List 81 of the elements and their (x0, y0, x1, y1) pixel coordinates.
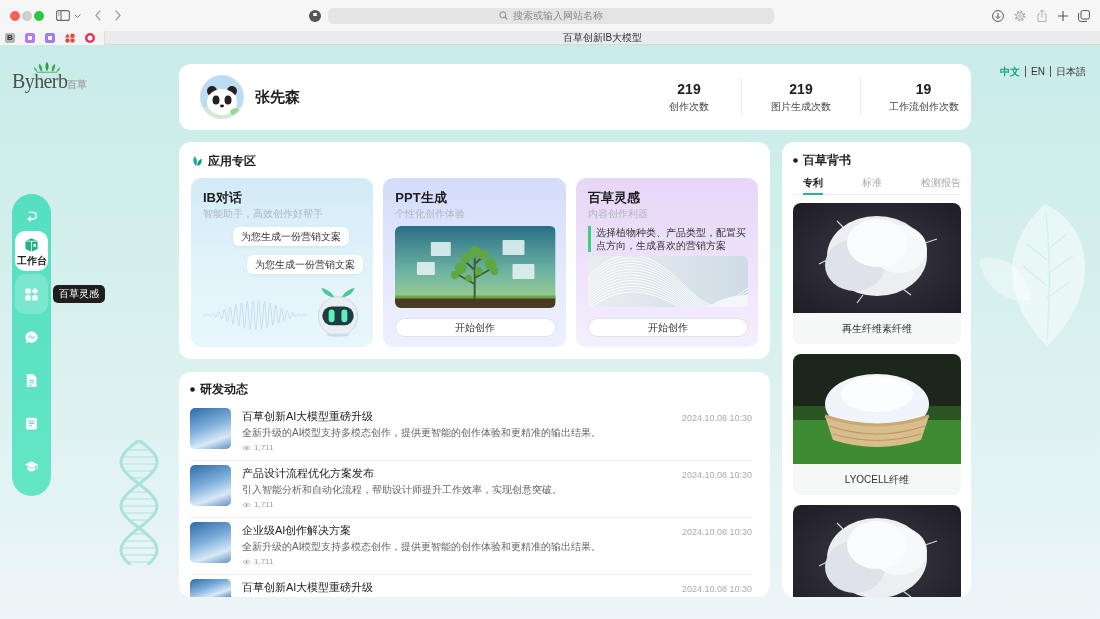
sidebar-toggle-icon[interactable] (56, 10, 70, 21)
settings-icon[interactable] (1014, 9, 1026, 22)
tabs-icon[interactable] (1078, 9, 1090, 22)
maximize-icon[interactable] (34, 10, 44, 21)
leaf-icon (192, 155, 202, 167)
start-button[interactable]: 开始创作 (395, 318, 556, 337)
news-title[interactable]: 百草创新AI大模型重磅升级 (242, 580, 374, 594)
forward-icon[interactable] (115, 10, 121, 21)
book-icon (24, 236, 39, 252)
product-caption: LYOCELL纤维 (793, 464, 961, 495)
message-bubble: 为您生成一份营销文案 (233, 227, 349, 246)
flag-icon (309, 9, 321, 22)
download-icon[interactable] (992, 9, 1004, 22)
sidebar-item[interactable]: 工作台 (15, 231, 48, 271)
language-option[interactable]: EN (1025, 66, 1050, 77)
photo-placeholder (190, 408, 231, 449)
news-summary: 引入智能分析和自动化流程，帮助设计师提升工作效率，实现创意突破。 (242, 483, 562, 496)
stat-value: 219 (789, 81, 813, 97)
chat-bubble-icon (24, 329, 39, 345)
news-date: 2024.10.08 10:30 (681, 584, 752, 596)
quote-text: 选择植物种类、产品类型，配置买点方向，生成喜欢的营销方案 (587, 226, 748, 252)
photo-placeholder (190, 465, 231, 506)
view-count: 1,711 (254, 499, 274, 510)
view-count: 1,711 (254, 442, 274, 453)
category-tab[interactable]: 专利 (803, 177, 823, 195)
eye-icon (242, 501, 251, 508)
document-icon (24, 372, 39, 388)
stat-label: 工作流创作次数 (888, 101, 959, 113)
bullet-icon (793, 157, 798, 163)
return-arrow-icon[interactable] (25, 210, 38, 223)
view-count: 1,711 (254, 556, 274, 567)
news-summary: 全新升级的AI模型支持多模态创作，提供更智能的创作体验和更精准的输出结果。 (242, 540, 602, 553)
square-icon[interactable] (45, 33, 55, 43)
news-summary: 全新升级的AI模型支持多模态创作，提供更智能的创作体验和更精准的输出结果。 (242, 426, 602, 439)
eye-icon (242, 558, 251, 565)
square-icon[interactable] (25, 33, 35, 43)
section-title: 应用专区 (208, 154, 256, 168)
graduation-cap-icon (24, 458, 39, 474)
plus-icon[interactable] (1058, 10, 1068, 21)
back-icon[interactable] (95, 10, 101, 21)
photo-placeholder (190, 579, 231, 597)
stat-value: 19 (915, 81, 932, 97)
leaves-icon (33, 61, 61, 73)
section-title: 百草背书 (803, 153, 851, 167)
news-date: 2024.10.08 10:30 (681, 470, 752, 482)
user-name: 张先森 (255, 87, 300, 107)
notebook-icon (24, 415, 39, 431)
browser-tab[interactable]: 百草创新IB大模型 (105, 31, 1100, 45)
avatar (200, 75, 244, 119)
news-title[interactable]: 产品设计流程优化方案发布 (242, 466, 374, 480)
app-title: IB对话 (203, 190, 243, 205)
minimize-icon[interactable] (22, 10, 32, 21)
ring-icon[interactable] (85, 33, 95, 43)
bookmark-link[interactable]: B (5, 33, 15, 43)
app-title: PPT生成 (395, 190, 448, 205)
chevron-down-icon[interactable] (74, 13, 81, 18)
close-icon[interactable] (10, 10, 20, 21)
stat-value: 219 (677, 81, 701, 97)
address-field[interactable]: 搜索或输入网站名称 (328, 7, 774, 24)
logo-suffix: 百草 (67, 79, 88, 90)
shapes-icon[interactable] (65, 33, 75, 43)
product-caption: 再生纤维素纤维 (793, 313, 961, 344)
news-title[interactable]: 百草创新AI大模型重磅升级 (242, 409, 374, 423)
search-icon (499, 11, 508, 20)
news-date: 2024.10.08 10:30 (681, 527, 752, 539)
share-icon[interactable] (1036, 9, 1048, 22)
stat-label: 创作次数 (669, 101, 709, 113)
app-title: 百草灵感 (587, 190, 641, 205)
tooltip: 百草灵感 (53, 285, 105, 303)
language-option[interactable]: 日本語 (1050, 66, 1086, 77)
eye-icon (242, 444, 251, 451)
stat-label: 图片生成次数 (771, 101, 831, 113)
section-title: 研发动态 (200, 382, 248, 396)
logo-wordmark: Byherb (12, 71, 68, 92)
news-title[interactable]: 企业级AI创作解决方案 (242, 523, 352, 537)
message-bubble: 为您生成一份营销文案 (247, 255, 364, 274)
grid-icon (24, 286, 39, 302)
bullet-icon (190, 386, 195, 392)
photo-placeholder (190, 522, 231, 563)
start-button[interactable]: 开始创作 (587, 318, 748, 337)
news-date: 2024.10.08 10:30 (681, 413, 752, 425)
